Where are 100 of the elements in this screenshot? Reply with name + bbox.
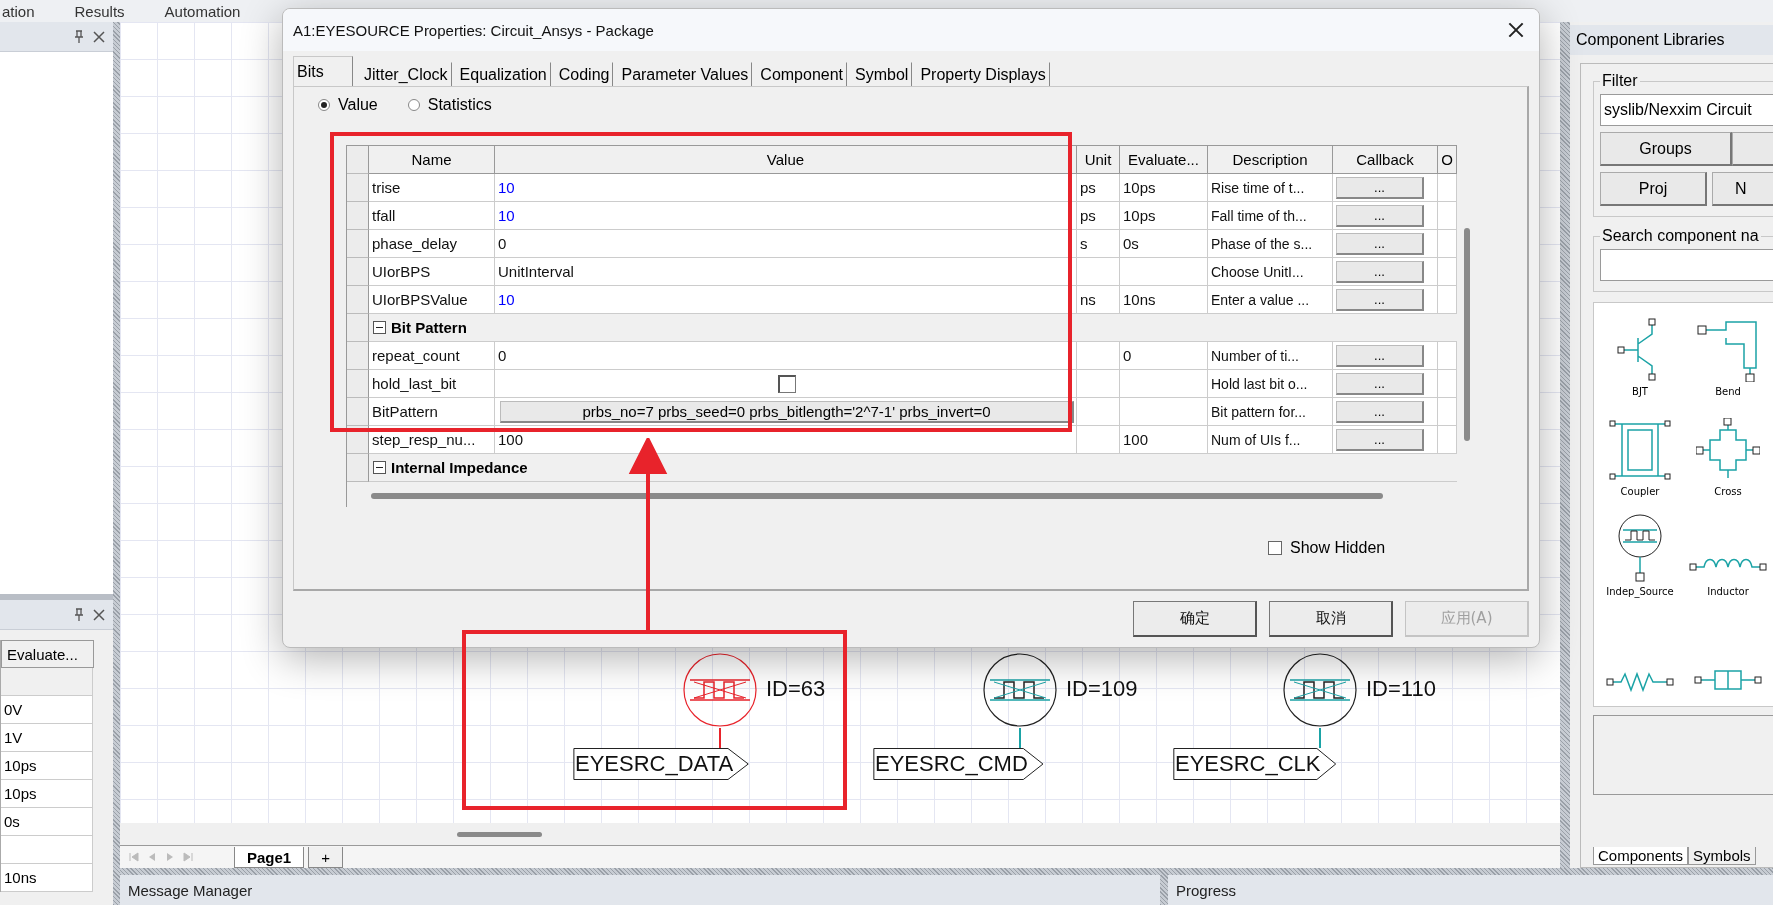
callback-button[interactable]: ... xyxy=(1336,428,1424,451)
radio-option[interactable]: Statistics xyxy=(407,92,492,117)
evaluated-cell: 10ns xyxy=(1120,286,1208,314)
coupler-icon[interactable] xyxy=(1608,418,1672,482)
column-header[interactable]: Description xyxy=(1208,146,1333,174)
splitter[interactable] xyxy=(1560,22,1570,868)
name-cell: phase_delay xyxy=(369,230,495,258)
radio-label: Statistics xyxy=(427,95,492,114)
row-header[interactable] xyxy=(347,146,369,174)
table-cell: 0V xyxy=(1,696,93,724)
port-label[interactable]: EYESRC_CLK xyxy=(1173,748,1337,780)
filter-field[interactable]: syslib/Nexxim Circuit xyxy=(1600,94,1773,126)
description-cell: Phase of the s... xyxy=(1208,230,1333,258)
column-header[interactable]: Evaluate... xyxy=(1,640,94,668)
radio-option[interactable]: Value xyxy=(318,92,378,117)
unit-cell: ns xyxy=(1077,286,1120,314)
column-header[interactable]: Name xyxy=(369,146,495,174)
filter-button[interactable]: Proj xyxy=(1600,172,1707,206)
checkbox[interactable] xyxy=(778,374,796,393)
wire xyxy=(1319,728,1321,748)
port-label[interactable]: EYESRC_DATA xyxy=(573,748,750,780)
row-header[interactable] xyxy=(347,398,369,426)
description-cell: Choose UnitI... xyxy=(1208,258,1333,286)
name-cell: hold_last_bit xyxy=(369,370,495,398)
unit-cell: ps xyxy=(1077,202,1120,230)
source-symbol[interactable] xyxy=(1282,652,1358,728)
value-cell[interactable]: UnitInterval xyxy=(495,258,1077,286)
source-symbol[interactable] xyxy=(982,652,1058,728)
collapse-icon[interactable] xyxy=(373,321,386,334)
menu-item[interactable]: Automation xyxy=(164,2,241,20)
wire xyxy=(1019,728,1021,748)
tab[interactable]: Bits xyxy=(293,56,353,86)
scrollbar-thumb[interactable] xyxy=(1464,228,1470,441)
filter-button[interactable]: Groups xyxy=(1600,132,1732,166)
menu-item[interactable]: Results xyxy=(74,2,125,20)
callback-button[interactable]: ... xyxy=(1336,344,1424,367)
first-page-icon[interactable] xyxy=(128,851,140,863)
callback-button[interactable]: ... xyxy=(1336,400,1424,423)
menu-item[interactable]: ation xyxy=(2,2,35,20)
collapse-icon[interactable] xyxy=(373,461,386,474)
row-header[interactable] xyxy=(347,174,369,202)
column-header[interactable]: Callback xyxy=(1333,146,1438,174)
component-label: Inductor xyxy=(1707,586,1749,597)
panel-tab[interactable]: Symbols xyxy=(1688,847,1756,865)
row-header[interactable] xyxy=(347,370,369,398)
pin-icon[interactable] xyxy=(73,29,85,44)
panel-title: Progress xyxy=(1168,875,1773,905)
splitter[interactable] xyxy=(113,22,120,905)
scrollbar-thumb[interactable] xyxy=(371,493,1383,499)
column-header[interactable]: Value xyxy=(495,146,1077,174)
evaluated-cell: 10ps xyxy=(1120,174,1208,202)
callback-button[interactable]: ... xyxy=(1336,204,1424,227)
name-cell: tfall xyxy=(369,202,495,230)
row-header[interactable] xyxy=(347,230,369,258)
splitter[interactable] xyxy=(120,868,1773,875)
splitter[interactable] xyxy=(1160,875,1168,905)
row-header[interactable] xyxy=(347,286,369,314)
search-field[interactable] xyxy=(1600,249,1773,281)
column-header[interactable]: Evaluate... xyxy=(1120,146,1208,174)
description-cell: Fall time of th... xyxy=(1208,202,1333,230)
callback-button[interactable]: ... xyxy=(1336,288,1424,311)
pin-icon[interactable] xyxy=(73,607,85,622)
checkbox-label: Show Hidden xyxy=(1290,539,1386,557)
value-cell[interactable]: 10 xyxy=(495,202,1077,230)
radio-button[interactable] xyxy=(407,98,420,111)
port-label[interactable]: EYESRC_CMD xyxy=(873,748,1044,780)
column-header[interactable]: O xyxy=(1438,146,1457,174)
last-page-icon[interactable] xyxy=(182,851,194,863)
page-tab[interactable]: + xyxy=(308,847,343,868)
value-cell[interactable]: 0 xyxy=(495,342,1077,370)
value-cell[interactable]: 0 xyxy=(495,230,1077,258)
row-header[interactable] xyxy=(347,258,369,286)
close-icon[interactable] xyxy=(1508,22,1524,38)
value-cell[interactable]: 10 xyxy=(495,174,1077,202)
evaluated-cell: 10ps xyxy=(1120,202,1208,230)
callback-button[interactable]: ... xyxy=(1336,372,1424,395)
dialog-button[interactable]: 取消 xyxy=(1269,601,1393,637)
group-label: Filter xyxy=(1601,72,1639,90)
name-cell: BitPattern xyxy=(369,398,495,426)
bend-icon[interactable] xyxy=(1696,318,1760,382)
scrollbar-thumb[interactable] xyxy=(457,831,542,837)
show-hidden-option[interactable]: Show Hidden xyxy=(1268,539,1386,557)
column-header[interactable]: Unit xyxy=(1077,146,1120,174)
callback-button[interactable]: ... xyxy=(1336,176,1424,199)
radio-button[interactable] xyxy=(318,98,330,111)
close-icon[interactable] xyxy=(93,30,105,43)
value-cell[interactable]: 10 xyxy=(495,286,1077,314)
page-tab[interactable]: Page1 xyxy=(234,847,305,868)
panel-title: Message Manager xyxy=(120,875,1160,905)
close-icon[interactable] xyxy=(93,608,105,621)
filter-button[interactable]: N xyxy=(1712,172,1773,206)
dialog-button[interactable]: 确定 xyxy=(1133,601,1257,637)
checkbox[interactable] xyxy=(1268,541,1282,555)
row-header[interactable] xyxy=(347,202,369,230)
callback-button[interactable]: ... xyxy=(1336,260,1424,283)
source-icon[interactable] xyxy=(1615,512,1665,582)
row-header[interactable] xyxy=(347,342,369,370)
callback-button[interactable]: ... xyxy=(1336,232,1424,255)
bit-pattern-button[interactable]: prbs_no=7 prbs_seed=0 prbs_bitlength='2^7-1' prbs_invert=0 xyxy=(500,400,1074,423)
panel-tab[interactable]: Components xyxy=(1593,847,1689,865)
